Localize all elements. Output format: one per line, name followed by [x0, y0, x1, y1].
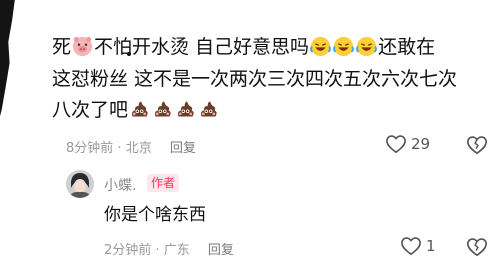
reply-button[interactable]: 回复 [170, 141, 196, 156]
comment-meta: 8分钟前 · 北京 回复 [66, 137, 196, 156]
laughing-crying-emoji [333, 36, 354, 57]
avatar[interactable] [66, 170, 94, 198]
dark-edge-artifact [0, 0, 15, 140]
heart-icon [386, 135, 406, 154]
comment-text-segment: 还敢在 [378, 36, 436, 58]
comment-text-segment: 这怼粉丝 这不是一次两次三次四次五次六次七次 [52, 68, 458, 90]
comment-text-segment: 死 [52, 36, 72, 58]
comment-line-1: 死 不怕开水烫 自己好意思吗 还敢在 [52, 34, 435, 60]
pig-face-emoji [72, 36, 93, 57]
comment-location: 北京 [125, 141, 152, 156]
poop-emoji [155, 101, 171, 117]
comment-like-count: 29 [411, 135, 431, 153]
reply-reply-button[interactable]: 回复 [208, 243, 234, 258]
meta-separator: · [155, 243, 164, 258]
avatar-image [66, 170, 94, 198]
poop-emoji [132, 101, 148, 117]
reply-text: 你是个啥东西 [104, 205, 206, 225]
poop-emoji [178, 101, 194, 117]
reply-like-count: 1 [426, 237, 436, 255]
laughing-crying-emoji [356, 36, 377, 57]
reply-like-button[interactable]: 1 [400, 236, 436, 256]
comment-time: 8分钟前 [66, 141, 114, 156]
reply-username[interactable]: 小蝶. [104, 175, 136, 195]
reply-location: 广东 [163, 243, 190, 258]
poop-emoji [201, 101, 217, 117]
comment-line-3: 八次了吧 [52, 97, 220, 123]
meta-separator: · [117, 141, 126, 156]
comment-like-button[interactable]: 29 [385, 134, 430, 154]
reply-time: 2分钟前 [104, 243, 152, 258]
laughing-crying-emoji [310, 36, 331, 57]
heart-icon [401, 237, 421, 256]
broken-heart-icon[interactable] [466, 134, 488, 156]
comment-line-2: 这怼粉丝 这不是一次两次三次四次五次六次七次 [52, 66, 457, 92]
comment-text-segment: 八次了吧 [52, 99, 129, 121]
reply-meta: 2分钟前 · 广东 回复 [104, 239, 234, 258]
broken-heart-icon[interactable] [466, 236, 488, 258]
author-badge: 作者 [147, 174, 180, 192]
comment-text-segment: 不怕开水烫 自己好意思吗 [94, 36, 310, 58]
